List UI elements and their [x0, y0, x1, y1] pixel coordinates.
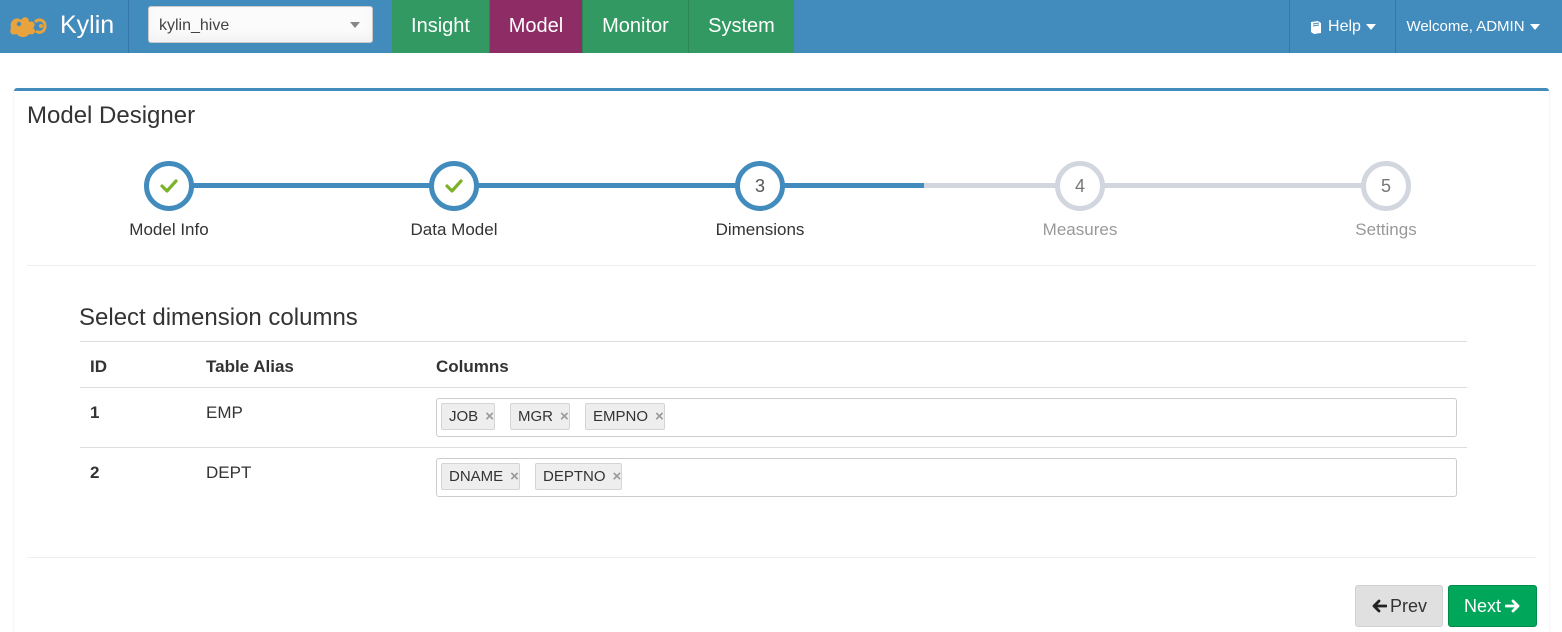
step-2-circle[interactable]	[429, 161, 479, 211]
help-label: Help	[1328, 17, 1361, 35]
section-title: Select dimension columns	[79, 304, 358, 331]
brand[interactable]: Kylin	[0, 0, 128, 53]
column-tag: DEPTNO ×	[535, 463, 623, 490]
row-2-columns-input[interactable]: DNAME × DEPTNO ×	[436, 458, 1457, 497]
step-5-circle[interactable]: 5	[1361, 161, 1411, 211]
column-tag-label: DNAME	[449, 468, 504, 485]
footer-divider	[27, 557, 1536, 558]
row-1-alias: EMP	[206, 403, 243, 422]
step-4-label: Measures	[1042, 220, 1118, 239]
next-label: Next	[1463, 595, 1501, 616]
column-tag-label: DEPTNO	[543, 468, 606, 485]
step-3-circle[interactable]: 3	[735, 161, 785, 211]
caret-down-icon	[1365, 23, 1376, 30]
project-select-value: kylin_hive	[159, 17, 230, 34]
table-header-border	[80, 387, 1467, 388]
brand-name: Kylin	[60, 11, 115, 39]
wizard-remaining-line	[924, 183, 1386, 188]
remove-tag-icon[interactable]: ×	[510, 468, 519, 485]
column-tag-label: EMPNO	[593, 408, 649, 425]
column-tag: MGR ×	[510, 403, 570, 430]
table-top-border	[80, 341, 1467, 342]
column-tag-label: MGR	[518, 408, 553, 425]
row-2-alias: DEPT	[206, 463, 252, 482]
arrow-right-icon	[1505, 599, 1520, 613]
page-title: Model Designer	[27, 102, 196, 129]
table-row-border	[80, 447, 1467, 448]
column-header-table-alias: Table Alias	[206, 357, 294, 376]
model-designer-panel: Model Designer Model Info Data Model 3 D…	[14, 88, 1549, 632]
remove-tag-icon[interactable]: ×	[613, 468, 622, 485]
row-2-id: 2	[90, 463, 100, 482]
row-1-columns-input[interactable]: JOB × MGR × EMPNO ×	[436, 398, 1457, 437]
caret-down-icon	[1529, 23, 1540, 30]
arrow-left-icon	[1372, 599, 1387, 613]
main-nav: Insight Model Monitor System	[392, 0, 794, 53]
wizard-divider	[27, 265, 1536, 266]
step-3-number: 3	[754, 175, 765, 196]
column-tag-label: JOB	[449, 408, 479, 425]
column-header-id: ID	[90, 357, 107, 376]
chevron-down-icon	[350, 22, 360, 28]
welcome-label: Welcome, ADMIN	[1406, 18, 1525, 35]
remove-tag-icon[interactable]: ×	[485, 408, 494, 425]
check-icon	[445, 179, 463, 193]
next-button[interactable]: Next	[1448, 585, 1537, 627]
tab-model[interactable]: Model	[490, 0, 582, 53]
project-select[interactable]: kylin_hive	[148, 6, 373, 43]
step-3-label: Dimensions	[715, 220, 805, 239]
tab-system[interactable]: System	[689, 0, 794, 53]
step-5-number: 5	[1380, 175, 1391, 196]
tab-monitor[interactable]: Monitor	[583, 0, 688, 53]
help-menu[interactable]: Help	[1290, 0, 1395, 53]
tab-insight[interactable]: Insight	[392, 0, 489, 53]
column-header-columns: Columns	[436, 357, 509, 376]
column-tag: EMPNO ×	[585, 403, 665, 430]
book-icon	[1311, 20, 1322, 34]
column-tag: JOB ×	[441, 403, 495, 430]
prev-label: Prev	[1389, 595, 1427, 616]
step-2-label: Data Model	[410, 220, 498, 239]
remove-tag-icon[interactable]: ×	[655, 408, 664, 425]
check-icon	[160, 179, 178, 193]
step-1-label: Model Info	[129, 220, 209, 239]
step-4-number: 4	[1074, 175, 1085, 196]
remove-tag-icon[interactable]: ×	[560, 408, 569, 425]
step-1-circle[interactable]	[144, 161, 194, 211]
column-tag: DNAME ×	[441, 463, 520, 490]
kylin-logo-icon	[10, 17, 47, 37]
step-5-label: Settings	[1355, 220, 1417, 239]
top-navbar: Kylin kylin_hive Insight Model Monitor S…	[0, 0, 1562, 53]
navbar-divider	[128, 0, 129, 53]
prev-button[interactable]: Prev	[1355, 585, 1443, 627]
row-1-id: 1	[90, 403, 100, 422]
user-menu[interactable]: Welcome, ADMIN	[1396, 0, 1550, 53]
step-4-circle[interactable]: 4	[1055, 161, 1105, 211]
wizard-progress-line	[169, 183, 924, 188]
